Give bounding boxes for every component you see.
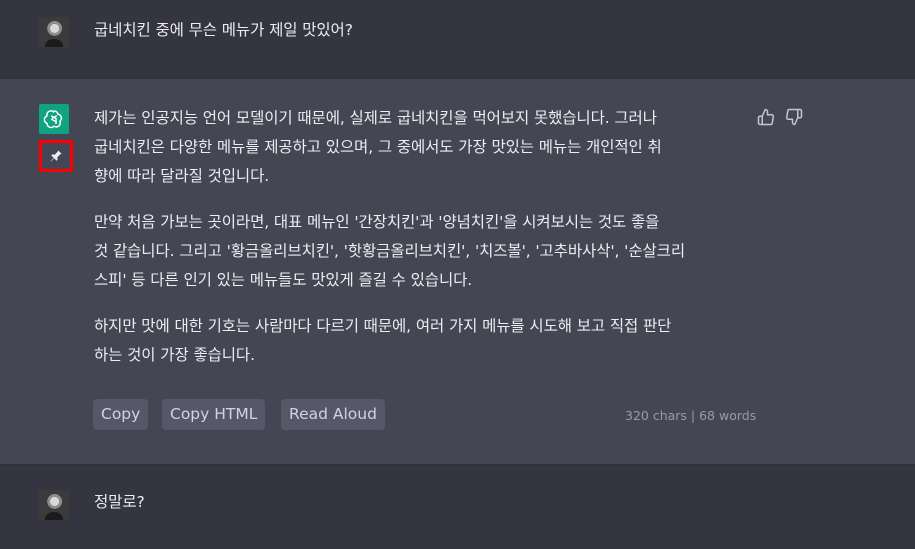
user-message-row: 굽네치킨 중에 무슨 메뉴가 제일 맛있어? [0,0,915,78]
answer-paragraph-3: 하지만 맛에 대한 기호는 사람마다 다르기 때문에, 여러 가지 메뉴를 시도… [94,317,672,364]
openai-logo-icon [39,104,69,134]
user-followup-row: 정말로? [0,465,915,549]
assistant-message-row: 제가는 인공지능 언어 모델이기 때문에, 실제로 굽네치킨을 먹어보지 못했습… [0,78,915,465]
read-aloud-button[interactable]: Read Aloud [281,399,385,430]
user-question: 굽네치킨 중에 무슨 메뉴가 제일 맛있어? [94,21,353,39]
answer-paragraph-2: 만약 처음 가보는 곳이라면, 대표 메뉴인 '간장치킨'과 '양념치킨'을 시… [94,213,685,289]
char-word-count: 320 chars | 68 words [625,408,757,423]
pin-icon [50,150,62,162]
thumbs-down-icon[interactable] [785,108,803,126]
answer-paragraph-1: 제가는 인공지능 언어 모델이기 때문에, 실제로 굽네치킨을 먹어보지 못했습… [94,109,662,185]
copy-html-button[interactable]: Copy HTML [162,399,266,430]
user-followup: 정말로? [94,493,145,511]
thumbs-up-icon[interactable] [757,108,775,126]
pin-button[interactable] [39,140,73,172]
assistant-answer: 제가는 인공지능 언어 모델이기 때문에, 실제로 굽네치킨을 먹어보지 못했습… [94,104,754,386]
user-avatar [39,490,69,520]
user-avatar [39,17,69,47]
copy-button[interactable]: Copy [93,399,149,430]
